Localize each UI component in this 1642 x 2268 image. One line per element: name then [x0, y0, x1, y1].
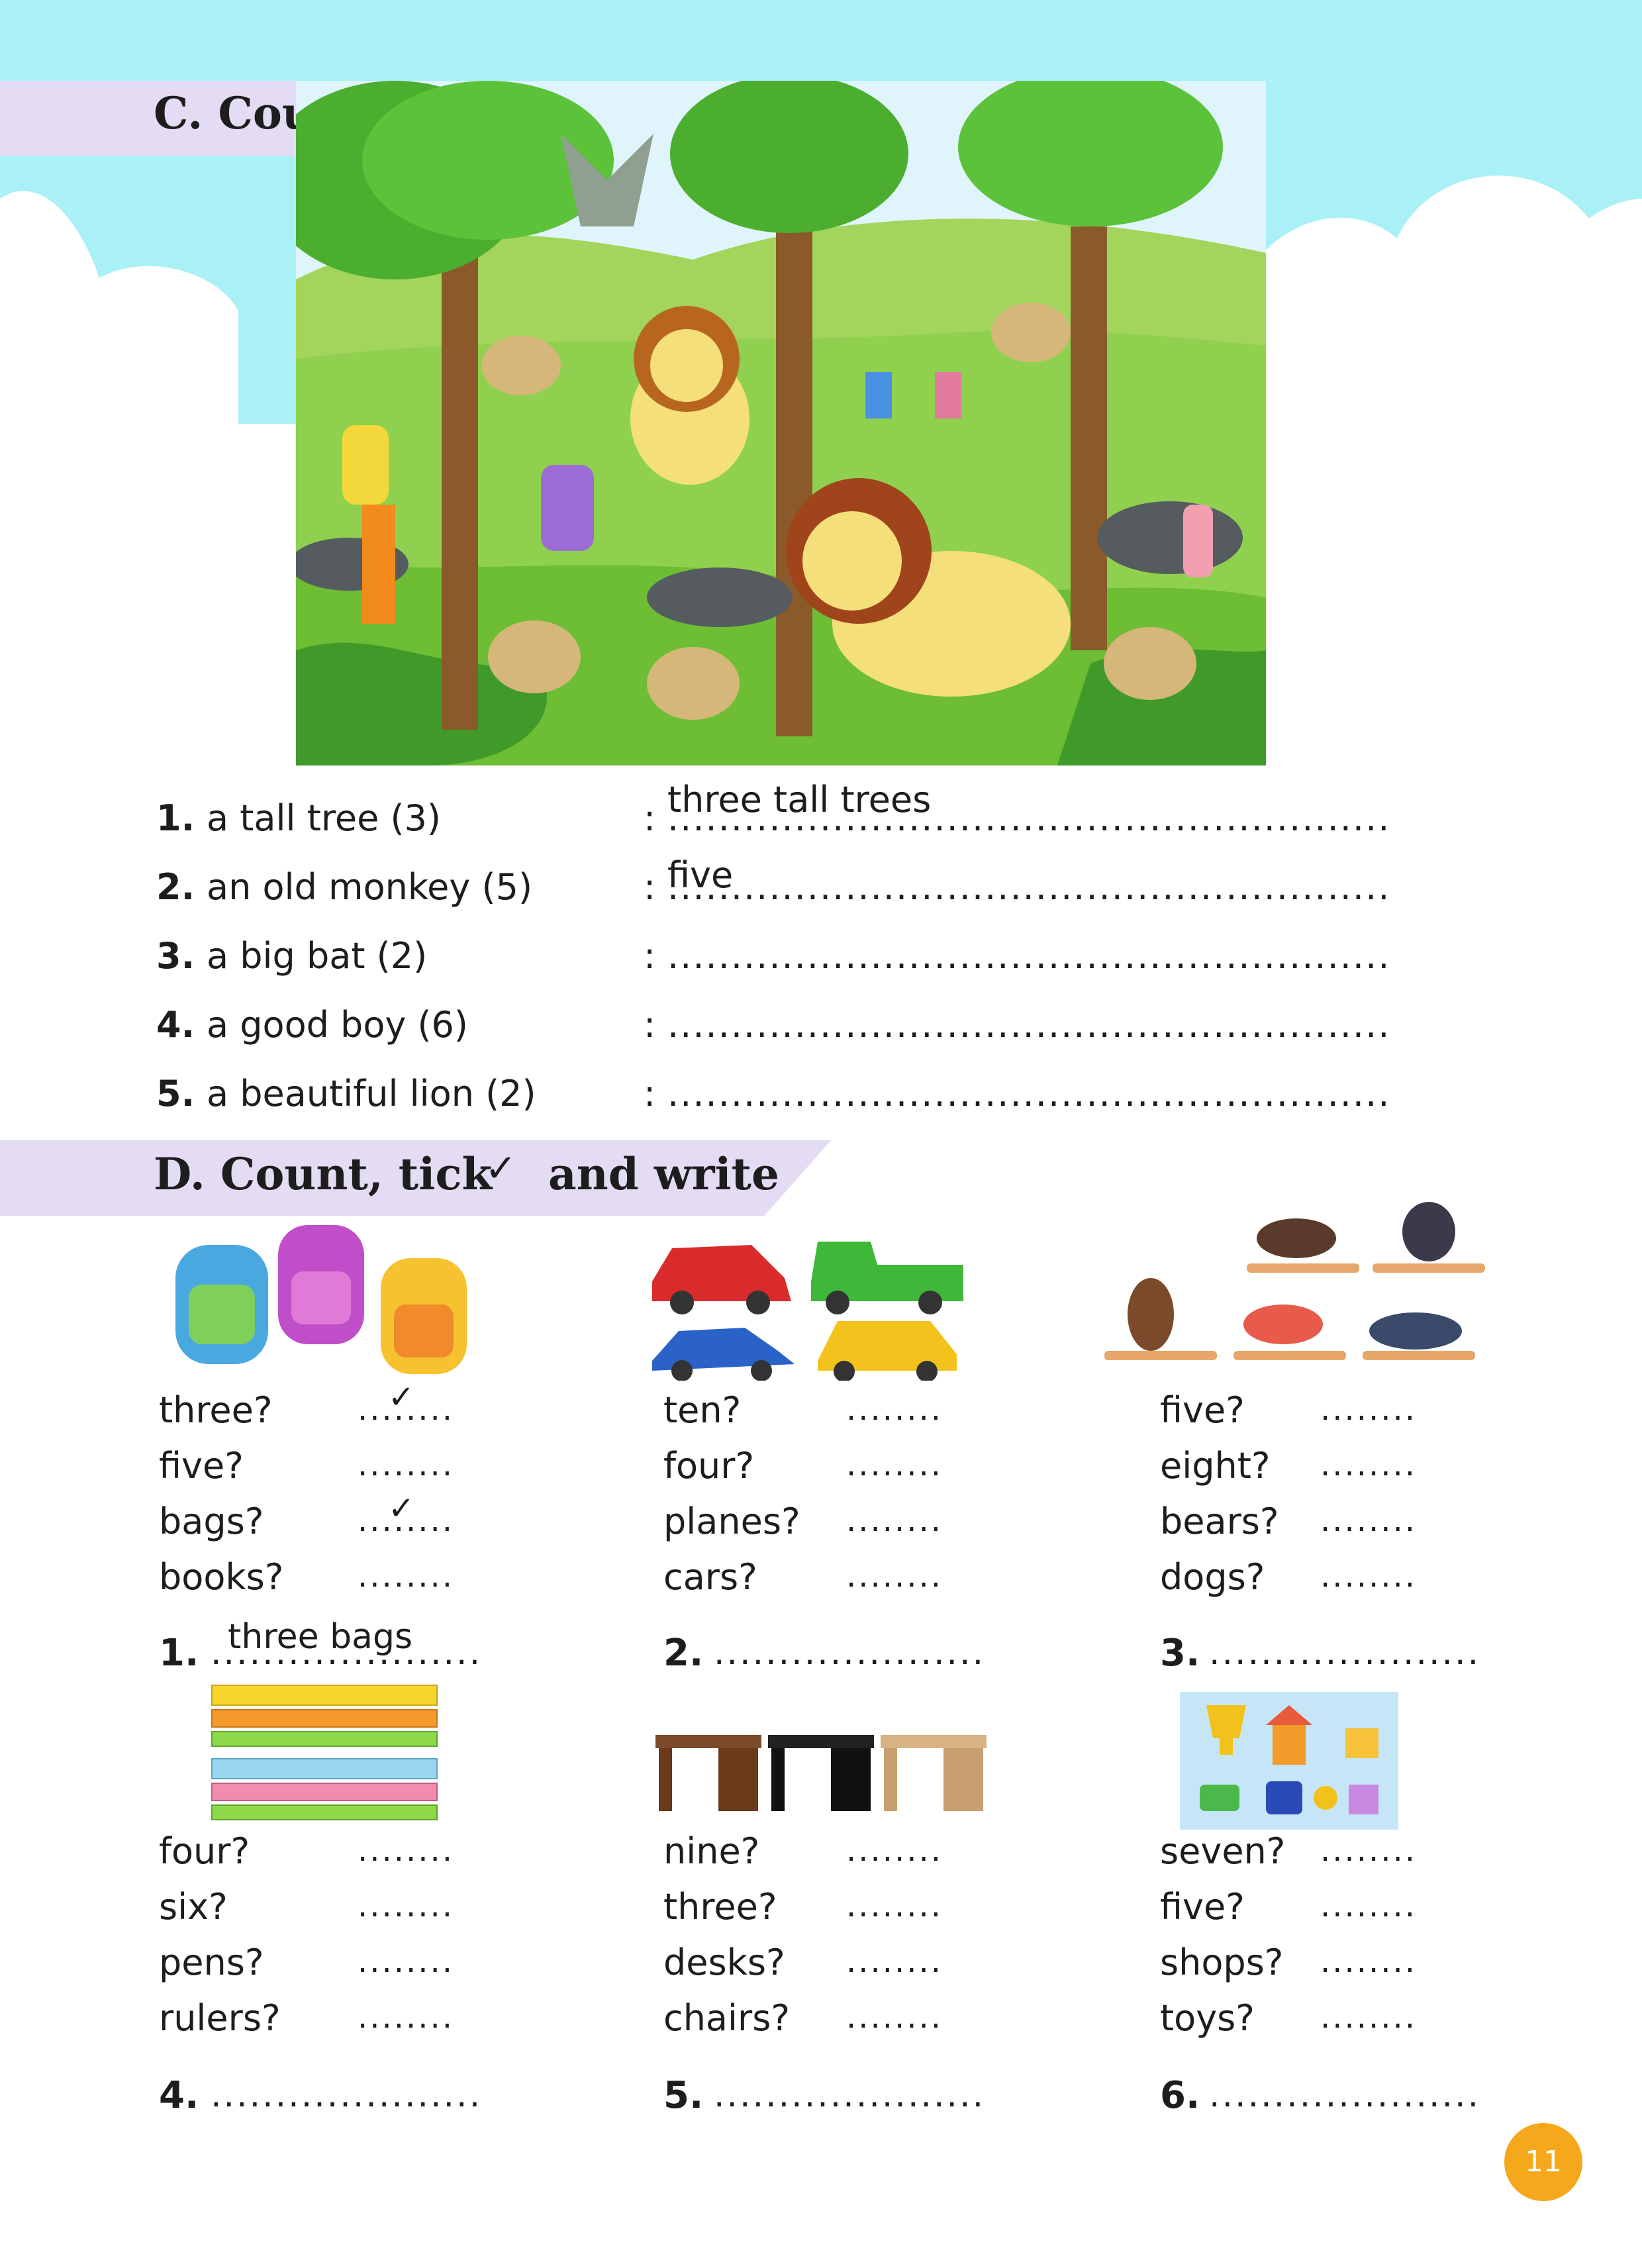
section-d-title-part1: D. Count, tick — [154, 1148, 493, 1200]
item-number: 2. — [156, 866, 195, 908]
page-number-badge: 11 — [1504, 2123, 1582, 2201]
toys-picture — [1180, 1692, 1398, 1830]
dogs-picture — [1104, 1202, 1485, 1360]
answer-dotted-line: ..................... — [714, 2075, 986, 2115]
answer-dotted-line: ..................... — [211, 1633, 483, 1673]
tick-box[interactable]: ........ — [846, 1502, 943, 1539]
tick-box[interactable]: ........ — [358, 1998, 454, 2036]
answer-dotted-line: ........................................… — [667, 866, 1389, 908]
tick-box[interactable]: ........ — [358, 1557, 454, 1595]
option-label: ten? — [663, 1389, 742, 1431]
tick-box[interactable]: ........ — [846, 1832, 943, 1869]
answer-number: 5. — [663, 2074, 704, 2117]
tick-box[interactable]: ........ — [846, 1446, 943, 1483]
option-label: planes? — [663, 1501, 800, 1542]
tick-box[interactable]: ........ — [846, 1887, 943, 1924]
option-label: rulers? — [159, 1997, 281, 2039]
item-number: 1. — [156, 797, 195, 839]
answer-number: 2. — [663, 1632, 704, 1675]
tick-box[interactable]: ........ — [1320, 1832, 1417, 1869]
tick-mark: ✓ — [388, 1379, 415, 1416]
section-d-title-part2: and write — [548, 1148, 780, 1200]
option-label: dogs? — [1160, 1556, 1265, 1598]
item-colon: : — [644, 797, 656, 839]
item-colon: : — [644, 1004, 656, 1046]
tick-mark: ✓ — [388, 1490, 415, 1527]
tick-box[interactable]: ........ — [1320, 1887, 1417, 1924]
tick-box[interactable]: ........ — [358, 1943, 454, 1980]
answer-dotted-line: ........................................… — [667, 797, 1389, 839]
tick-box[interactable]: ........ — [846, 1998, 943, 2036]
tick-box[interactable]: ........ — [1320, 1557, 1417, 1595]
item-number: 3. — [156, 935, 195, 977]
option-label: five? — [1160, 1886, 1245, 1928]
option-label: pens? — [159, 1942, 264, 1983]
tick-box[interactable]: ........ — [846, 1943, 943, 1980]
item-prompt: a big bat (2) — [207, 935, 428, 977]
answer-number: 6. — [1160, 2074, 1200, 2117]
option-label: bears? — [1160, 1501, 1279, 1542]
tick-box[interactable]: ........ — [358, 1887, 454, 1924]
option-label: shops? — [1160, 1942, 1284, 1983]
answer-number: 1. — [159, 1632, 199, 1675]
item-colon: : — [644, 1073, 656, 1114]
item-number: 4. — [156, 1004, 195, 1046]
answer-number: 4. — [159, 2074, 199, 2117]
option-label: books? — [159, 1556, 284, 1598]
option-label: bags? — [159, 1501, 264, 1542]
option-label: eight? — [1160, 1445, 1271, 1487]
answer-dotted-line: ..................... — [714, 1633, 986, 1673]
answer-dotted-line: ..................... — [1209, 2075, 1481, 2115]
option-label: nine? — [663, 1830, 760, 1872]
item-prompt: a tall tree (3) — [207, 797, 441, 839]
answer-dotted-line: ........................................… — [667, 1073, 1389, 1114]
option-label: five? — [1160, 1389, 1245, 1431]
tick-box[interactable]: ........ — [1320, 1391, 1417, 1428]
item-colon: : — [644, 935, 656, 977]
tick-box[interactable]: ........ — [846, 1557, 943, 1595]
answer-dotted-line: ..................... — [211, 2075, 483, 2115]
item-prompt: a good boy (6) — [207, 1004, 468, 1046]
section-d-tick-icon: ✓ — [485, 1146, 517, 1191]
option-label: desks? — [663, 1942, 785, 1983]
option-label: four? — [663, 1445, 755, 1487]
backpacks-picture — [175, 1225, 467, 1374]
answer-dotted-line: ..................... — [1209, 1633, 1481, 1673]
option-label: seven? — [1160, 1830, 1286, 1872]
option-label: six? — [159, 1886, 228, 1928]
option-label: four? — [159, 1830, 250, 1872]
tick-box[interactable]: ........ — [1320, 1998, 1417, 2036]
tick-box[interactable]: ........ — [1320, 1943, 1417, 1980]
tick-box[interactable]: ........ — [1320, 1446, 1417, 1483]
forest-scene-illustration — [296, 81, 1266, 765]
answer-number: 3. — [1160, 1632, 1200, 1675]
option-label: chairs? — [663, 1997, 791, 2039]
cars-picture — [652, 1242, 963, 1381]
desks-picture — [655, 1735, 987, 1811]
rulers-picture — [211, 1685, 438, 1820]
option-label: five? — [159, 1445, 244, 1487]
option-label: toys? — [1160, 1997, 1255, 2039]
tick-box[interactable]: ........ — [1320, 1502, 1417, 1539]
item-prompt: an old monkey (5) — [207, 866, 533, 908]
item-prompt: a beautiful lion (2) — [207, 1073, 536, 1114]
tick-box[interactable]: ........ — [358, 1832, 454, 1869]
item-number: 5. — [156, 1073, 195, 1114]
answer-dotted-line: ........................................… — [667, 935, 1389, 977]
option-label: three? — [663, 1886, 777, 1928]
option-label: cars? — [663, 1556, 757, 1598]
option-label: three? — [159, 1389, 273, 1431]
item-colon: : — [644, 866, 656, 908]
answer-dotted-line: ........................................… — [667, 1004, 1389, 1046]
tick-box[interactable]: ........ — [846, 1391, 943, 1428]
tick-box[interactable]: ........ — [358, 1446, 454, 1483]
